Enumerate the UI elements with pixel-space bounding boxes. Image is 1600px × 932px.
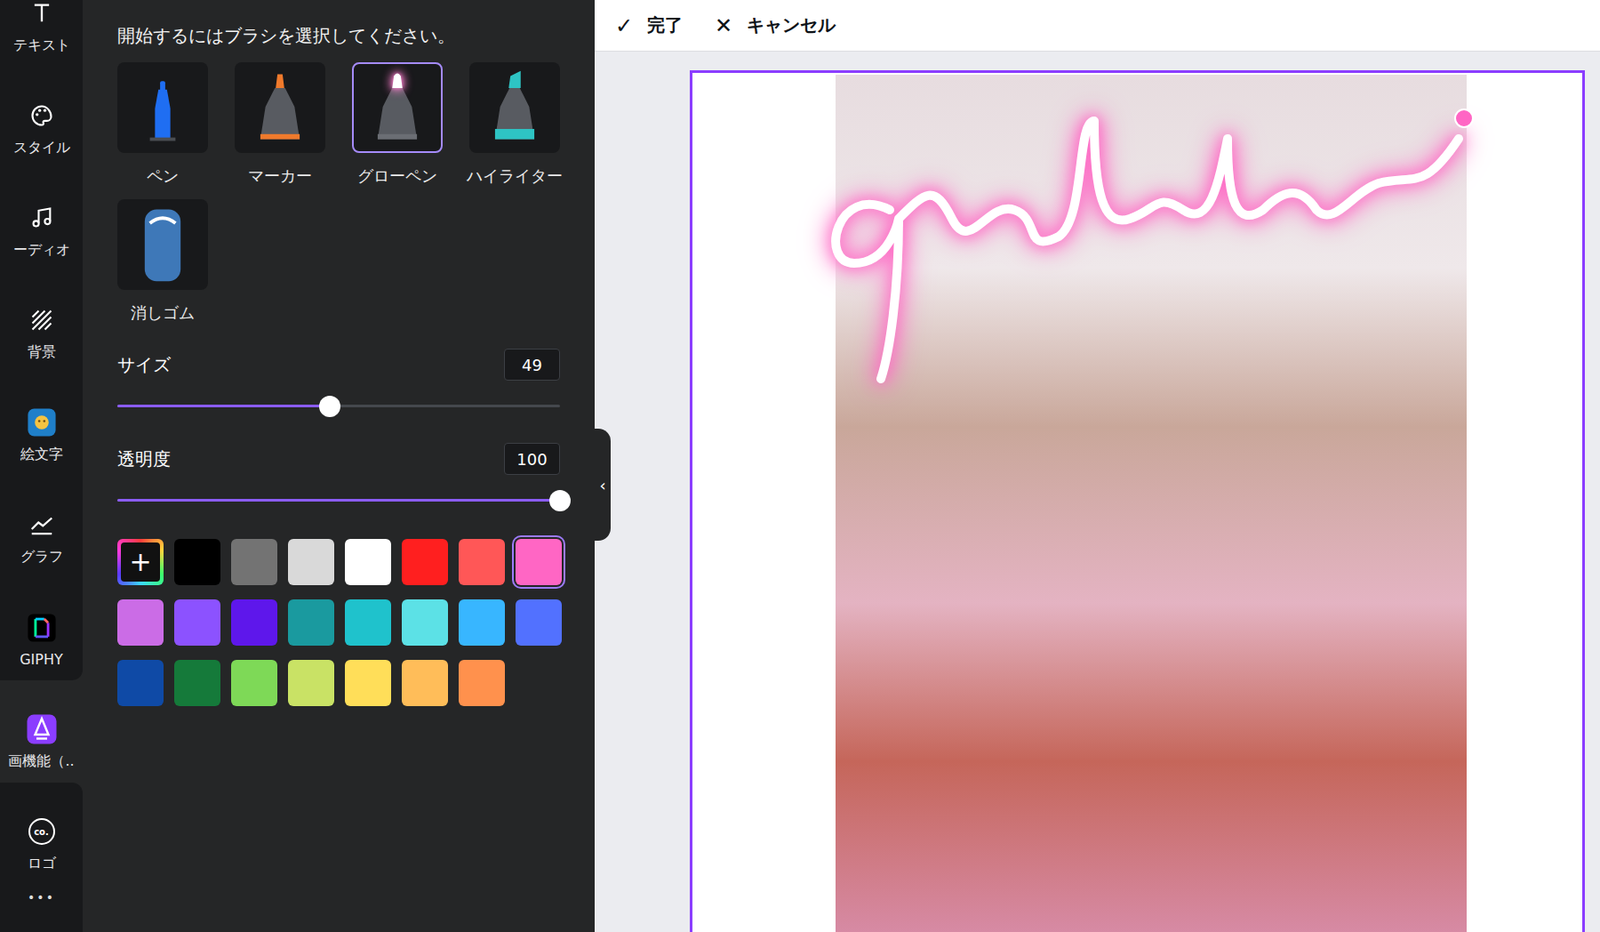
rail-group: co. ロゴ ••• <box>0 782 83 932</box>
collapse-panel-button[interactable]: ‹ <box>594 428 611 541</box>
glow-icon <box>353 62 441 153</box>
brush-option[interactable]: マーカー <box>234 62 326 187</box>
marker-icon <box>236 62 324 153</box>
color-swatch[interactable] <box>344 599 392 646</box>
brush-list: ペン マーカー グローペン ハイライター 消しゴム <box>117 62 560 324</box>
color-swatch[interactable] <box>344 659 392 706</box>
color-swatch[interactable] <box>401 659 448 706</box>
chart-icon <box>28 511 56 538</box>
rail-item[interactable]: GIPHY <box>0 577 83 680</box>
brush-option[interactable]: グローペン <box>352 62 443 187</box>
rail-item[interactable]: 画機能（.. <box>0 680 83 783</box>
color-swatch[interactable] <box>288 599 335 646</box>
slider[interactable] <box>117 394 560 418</box>
rail-item[interactable]: テキスト <box>0 0 83 67</box>
panel-title: 開始するにはブラシを選択してください。 <box>117 23 560 48</box>
color-swatch[interactable] <box>231 599 278 646</box>
color-swatch[interactable] <box>231 659 278 706</box>
rail-item[interactable]: グラフ <box>0 475 83 578</box>
color-swatch[interactable] <box>288 538 335 585</box>
color-swatch[interactable] <box>174 599 221 646</box>
rail-item[interactable]: ーディオ <box>0 168 83 272</box>
color-swatch[interactable] <box>458 538 505 585</box>
color-swatch[interactable] <box>174 538 221 585</box>
music-note-icon <box>29 205 55 231</box>
slider-setting: サイズ 49 <box>117 348 560 418</box>
color-swatch[interactable] <box>344 538 392 585</box>
rail-group: テキスト スタイル ーディオ 背景 絵文字 グラフ GIPHY <box>0 0 83 680</box>
brush-cursor <box>1454 108 1474 128</box>
canvas-area <box>594 51 1600 932</box>
slider[interactable] <box>117 488 560 512</box>
color-swatch[interactable] <box>458 659 505 706</box>
logo-icon: co. <box>28 817 56 845</box>
more-button[interactable]: ••• <box>0 884 83 904</box>
rail-item[interactable]: 絵文字 <box>0 373 83 476</box>
color-swatch[interactable] <box>401 599 448 646</box>
pen-icon <box>119 62 207 153</box>
brush-option[interactable]: 消しゴム <box>117 199 208 324</box>
editor-main: ‹ ✓完了 ✕キャンセル <box>594 0 1600 932</box>
side-rail: テキスト スタイル ーディオ 背景 絵文字 グラフ GIPHY 画機能（.. c… <box>0 0 83 932</box>
glow-drawing <box>800 85 1477 397</box>
color-swatch[interactable] <box>458 599 505 646</box>
rail-item[interactable]: スタイル <box>0 66 83 169</box>
color-swatch[interactable] <box>515 538 562 585</box>
brush-option[interactable]: ペン <box>117 62 208 187</box>
color-palette: + <box>117 538 560 706</box>
value-input[interactable]: 49 <box>504 348 560 381</box>
color-swatch[interactable] <box>401 538 448 585</box>
color-swatch[interactable] <box>231 538 278 585</box>
stripes-icon <box>29 307 55 333</box>
brush-option[interactable]: ハイライター <box>469 62 560 187</box>
value-input[interactable]: 100 <box>504 442 560 475</box>
rail-item[interactable]: co. ロゴ <box>0 782 83 885</box>
draw-toolbar: ✓完了 ✕キャンセル <box>594 0 1600 52</box>
editor: テキスト スタイル ーディオ 背景 絵文字 グラフ GIPHY 画機能（.. c… <box>0 0 1600 932</box>
color-swatch[interactable] <box>174 659 221 706</box>
slider-setting: 透明度 100 <box>117 442 560 512</box>
color-swatch[interactable] <box>288 659 335 706</box>
giphy-icon <box>26 612 57 643</box>
palette-icon <box>29 103 55 128</box>
cancel-button[interactable]: ✕キャンセル <box>714 13 836 39</box>
eraser-icon <box>119 199 207 290</box>
rail-item[interactable]: 背景 <box>0 271 83 374</box>
draw-icon <box>25 712 58 745</box>
design-page[interactable] <box>689 70 1585 932</box>
color-swatch[interactable] <box>117 659 164 706</box>
emoji-icon <box>26 407 57 438</box>
highlighter-icon <box>471 62 559 153</box>
done-button[interactable]: ✓完了 <box>615 13 683 39</box>
color-swatch[interactable] <box>515 599 562 646</box>
text-icon <box>29 0 55 26</box>
draw-panel: 開始するにはブラシを選択してください。 ペン マーカー グローペン ハイライター… <box>82 0 595 932</box>
color-swatch[interactable] <box>117 599 164 646</box>
add-color-button[interactable]: + <box>117 538 164 585</box>
